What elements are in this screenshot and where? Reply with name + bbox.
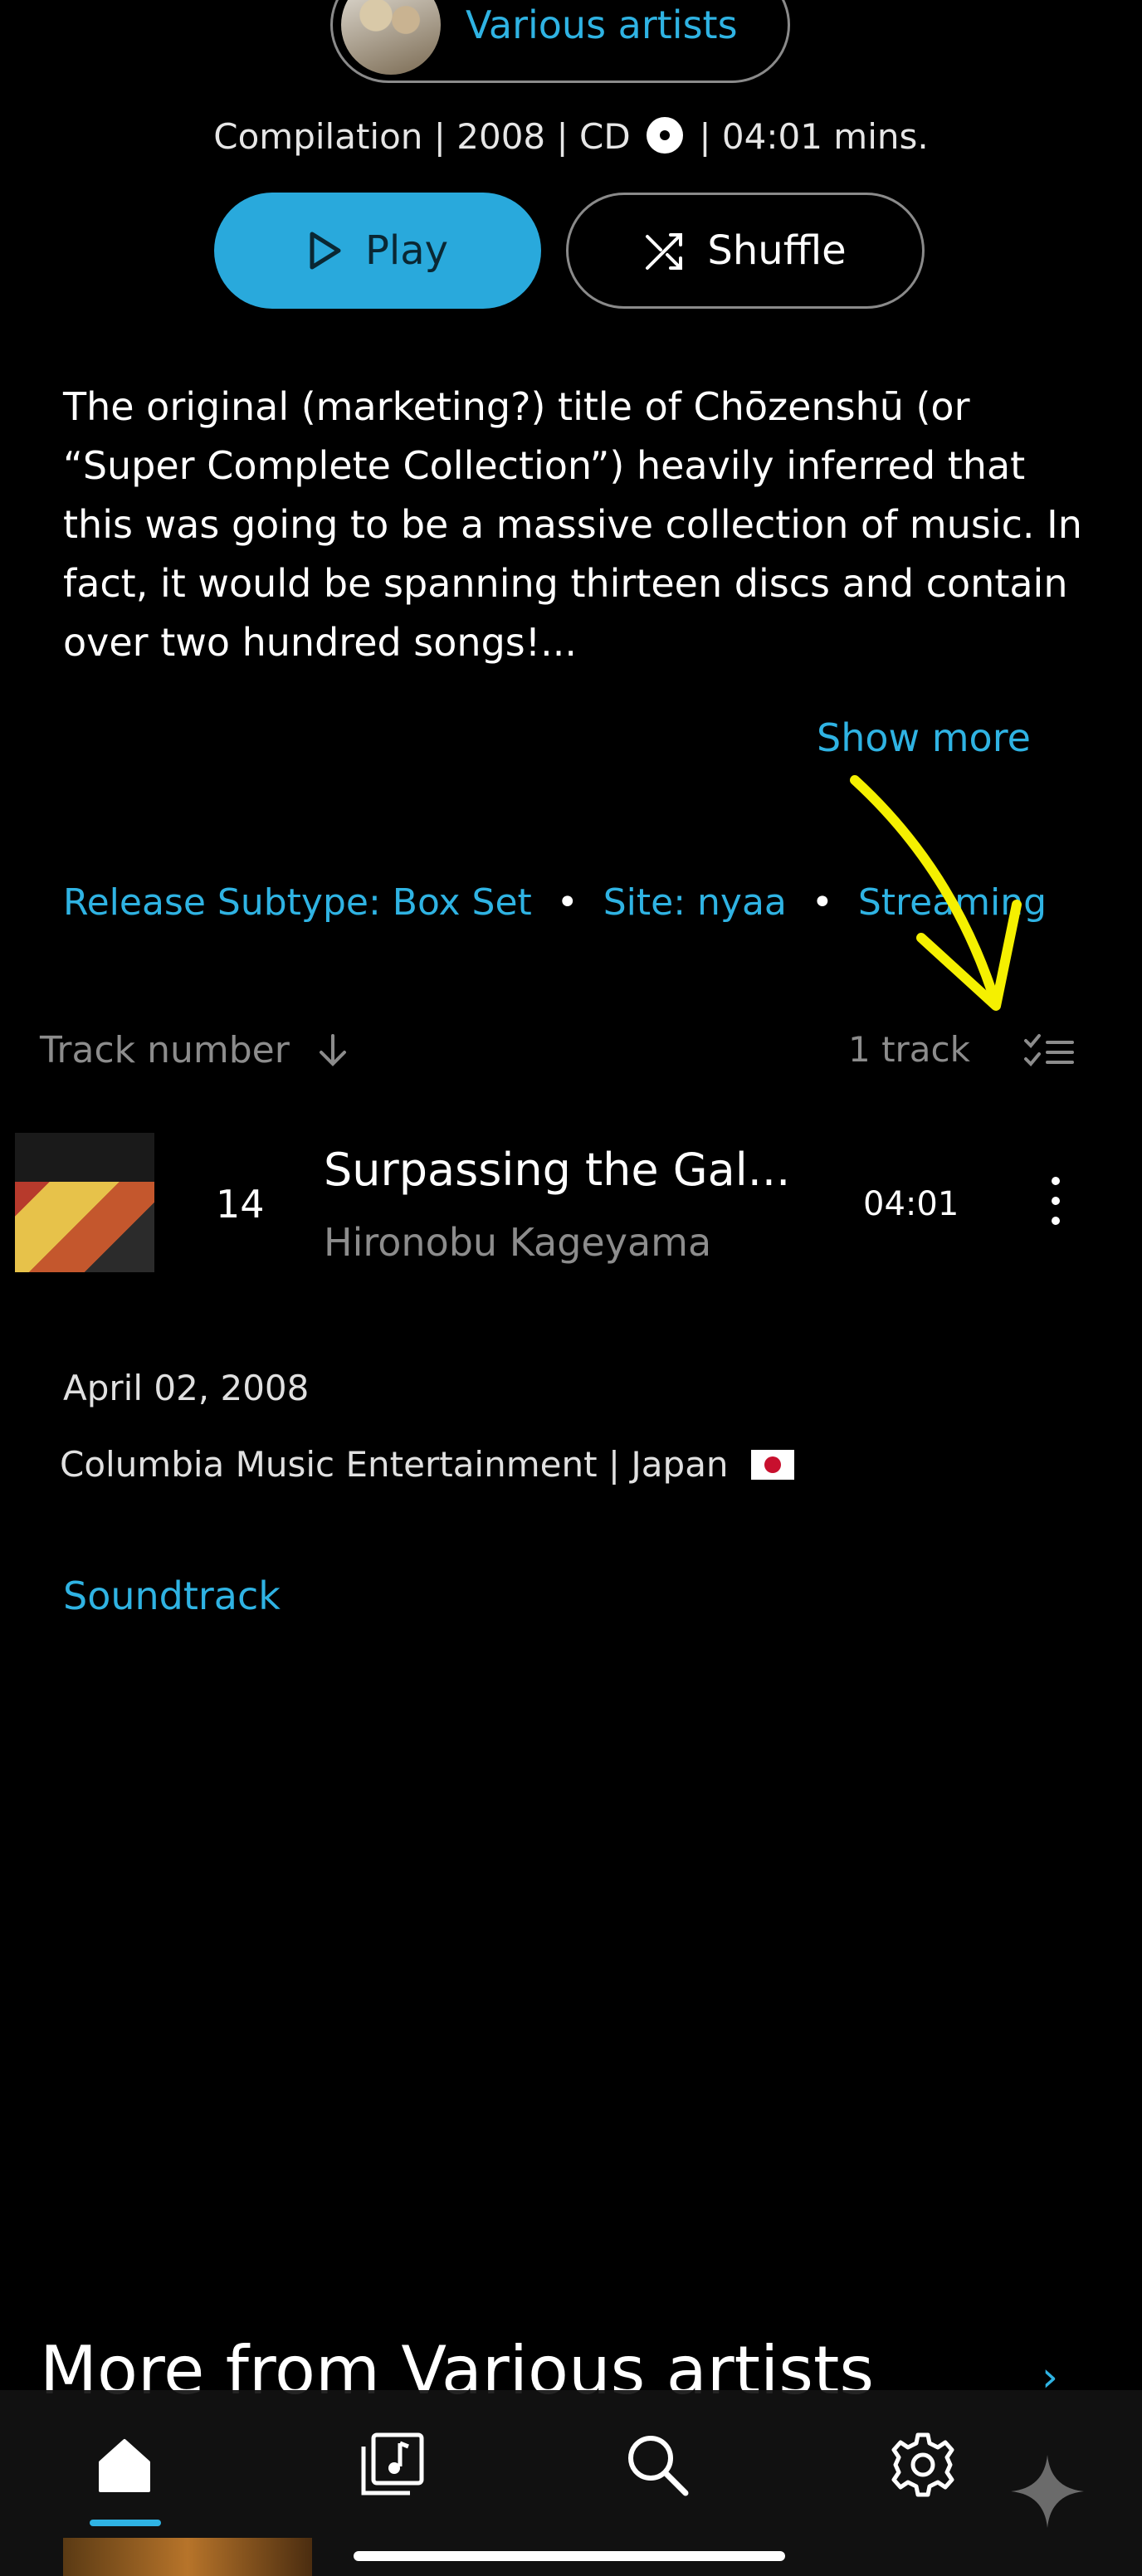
sparkle-icon[interactable] xyxy=(1006,2450,1089,2533)
release-date: April 02, 2008 xyxy=(63,1368,310,1408)
more-vert-icon[interactable] xyxy=(1044,1177,1067,1235)
album-meta-left: Compilation | 2008 | CD xyxy=(213,116,631,157)
tag-site[interactable]: Site: nyaa xyxy=(603,881,787,924)
artist-name: Various artists xyxy=(466,2,738,47)
search-icon[interactable] xyxy=(616,2423,699,2506)
label-country: Columbia Music Entertainment | Japan xyxy=(60,1444,794,1485)
shuffle-label: Shuffle xyxy=(707,227,847,274)
sort-label: Track number xyxy=(40,1029,290,1071)
genre-link[interactable]: Soundtrack xyxy=(63,1573,281,1618)
album-meta: Compilation | 2008 | CD | 04:01 mins. xyxy=(0,116,1142,157)
track-duration: 04:01 xyxy=(863,1185,959,1223)
play-icon xyxy=(310,232,341,270)
track-count: 1 track xyxy=(848,1029,970,1070)
label-country-text: Columbia Music Entertainment | Japan xyxy=(60,1444,729,1485)
album-description: The original (marketing?) title of Chōze… xyxy=(63,384,1082,665)
track-title: Surpassing the Gal... xyxy=(324,1144,791,1196)
artist-avatar xyxy=(341,0,441,75)
sort-button[interactable]: Track number xyxy=(40,1029,349,1071)
disc-icon xyxy=(647,117,684,154)
artist-chip[interactable]: Various artists xyxy=(330,0,790,83)
nav-active-indicator xyxy=(90,2520,161,2526)
separator-dot: • xyxy=(556,881,578,924)
home-icon[interactable] xyxy=(83,2423,166,2506)
multi-select-icon[interactable] xyxy=(1022,1032,1076,1076)
show-more-link[interactable]: Show more xyxy=(817,715,1031,760)
japan-flag-icon xyxy=(750,1450,794,1480)
track-artist: Hironobu Kageyama xyxy=(324,1220,712,1265)
shuffle-button[interactable]: Shuffle xyxy=(566,193,925,309)
track-artwork xyxy=(15,1133,154,1272)
gesture-handle[interactable] xyxy=(354,2551,785,2561)
album-meta-right: | 04:01 mins. xyxy=(699,116,929,157)
settings-icon[interactable] xyxy=(881,2423,964,2506)
annotation-arrow xyxy=(850,775,1022,1011)
arrow-down-icon xyxy=(319,1034,346,1066)
play-button[interactable]: Play xyxy=(214,193,541,309)
mini-player-artwork[interactable] xyxy=(63,2538,312,2576)
play-label: Play xyxy=(364,227,449,274)
library-icon[interactable] xyxy=(350,2423,433,2506)
track-number: 14 xyxy=(216,1182,265,1227)
tag-release-subtype[interactable]: Release Subtype: Box Set xyxy=(63,881,532,924)
shuffle-icon xyxy=(646,233,683,270)
